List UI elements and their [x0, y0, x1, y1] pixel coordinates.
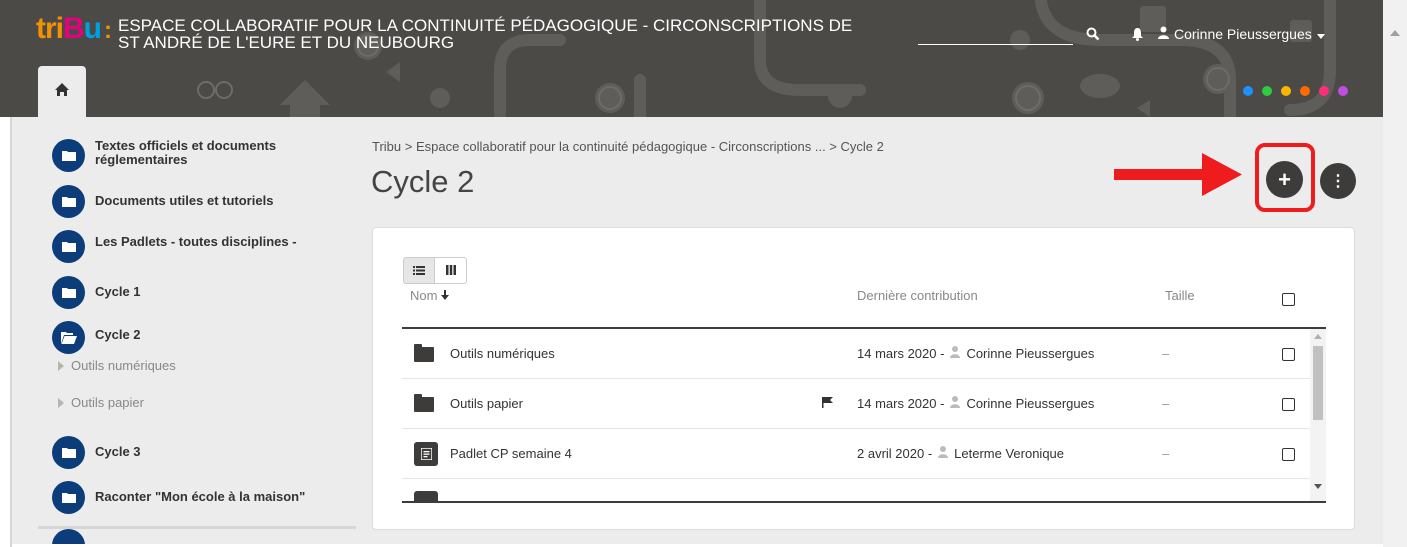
home-icon	[55, 82, 69, 101]
page-title: Cycle 2	[371, 164, 475, 199]
chevron-right-icon	[58, 397, 64, 408]
sidebar-item-padlets[interactable]: Les Padlets - toutes disciplines -	[52, 230, 297, 263]
tribu-logo[interactable]: triBu:	[36, 14, 112, 46]
scroll-up-icon[interactable]	[1314, 334, 1322, 339]
search-icon[interactable]	[1086, 27, 1100, 46]
folder-icon	[414, 344, 434, 362]
list-view-button[interactable]	[403, 257, 435, 284]
row-checkbox[interactable]	[1282, 398, 1295, 411]
columns-icon	[445, 264, 456, 278]
sort-down-icon	[441, 288, 450, 303]
sidebar-subitem-outils-papier[interactable]: Outils papier	[58, 395, 144, 410]
site-title[interactable]: ESPACE COLLABORATIF POUR LA CONTINUITÉ P…	[118, 17, 918, 51]
folder-icon	[52, 185, 85, 218]
user-name: Corinne Pieussergues	[1174, 26, 1312, 42]
grid-view-button[interactable]	[435, 257, 467, 284]
user-menu[interactable]: Corinne Pieussergues	[1158, 26, 1325, 42]
table-scrollbar[interactable]	[1310, 329, 1326, 501]
user-icon	[950, 396, 961, 411]
sidebar-item-cycle-2[interactable]: Cycle 2	[52, 321, 141, 354]
color-dots	[1243, 86, 1348, 96]
folder-icon	[52, 139, 85, 172]
color-dot[interactable]	[1262, 86, 1272, 96]
bell-icon[interactable]	[1131, 27, 1144, 46]
view-toggle	[403, 257, 467, 284]
column-header-name[interactable]: Nom	[410, 288, 450, 303]
table-row[interactable]	[402, 479, 1310, 501]
list-icon	[413, 264, 425, 278]
plus-icon: +	[1278, 166, 1291, 192]
sidebar-subitem-outils-numeriques[interactable]: Outils numériques	[58, 358, 176, 373]
sidebar-item-cycle-1[interactable]: Cycle 1	[52, 276, 141, 309]
chevron-down-icon	[1316, 26, 1325, 42]
site-title-line1: ESPACE COLLABORATIF POUR LA CONTINUITÉ P…	[118, 16, 853, 35]
folder-open-icon	[52, 321, 85, 354]
chevron-right-icon	[58, 360, 64, 371]
folder-icon	[52, 436, 85, 469]
scroll-down-icon[interactable]	[1314, 484, 1322, 489]
color-dot[interactable]	[1243, 86, 1253, 96]
red-arrow-annotation	[1114, 153, 1242, 196]
top-banner: triBu: ESPACE COLLABORATIF POUR LA CONTI…	[0, 0, 1383, 117]
sidebar-scroll-divider	[38, 526, 356, 529]
breadcrumb[interactable]: Tribu > Espace collaboratif pour la cont…	[372, 139, 884, 154]
folder-icon	[414, 394, 434, 412]
add-button[interactable]: +	[1266, 161, 1303, 198]
search-input[interactable]	[918, 44, 1073, 45]
more-vertical-icon: ⋮	[1330, 173, 1346, 190]
sidebar-item-documents-utiles[interactable]: Documents utiles et tutoriels	[52, 185, 273, 218]
left-frame	[0, 117, 12, 547]
document-icon	[414, 491, 438, 501]
user-icon	[1158, 26, 1169, 42]
scrollbar-thumb[interactable]	[1313, 346, 1323, 420]
color-dot[interactable]	[1300, 86, 1310, 96]
home-tab[interactable]	[38, 66, 86, 117]
select-all-checkbox[interactable]	[1282, 293, 1295, 306]
folder-icon	[52, 230, 85, 263]
page-scrollbar[interactable]	[1383, 0, 1407, 547]
row-checkbox[interactable]	[1282, 348, 1295, 361]
scroll-up-icon[interactable]	[1390, 30, 1400, 36]
flag-icon	[822, 396, 833, 411]
color-dot[interactable]	[1319, 86, 1329, 96]
table-row[interactable]: Outils papier 14 mars 2020 - Corinne Pie…	[402, 379, 1310, 429]
sidebar-item-partial[interactable]	[52, 529, 85, 544]
more-options-button[interactable]: ⋮	[1320, 163, 1356, 199]
sidebar-item-textes-officiels[interactable]: Textes officiels et documents réglementai…	[52, 139, 276, 172]
column-header-contribution[interactable]: Dernière contribution	[857, 288, 978, 303]
table-footer-divider	[402, 501, 1326, 503]
sidebar-item-raconter[interactable]: Raconter "Mon école à la maison"	[52, 481, 305, 514]
sidebar-item-cycle-3[interactable]: Cycle 3	[52, 436, 141, 469]
site-title-line2: ST ANDRÉ DE L'EURE ET DU NEUBOURG	[118, 33, 455, 52]
column-header-size[interactable]: Taille	[1165, 288, 1195, 303]
folder-icon	[52, 481, 85, 514]
folder-icon	[52, 276, 85, 309]
table-body: Outils numériques 14 mars 2020 - Corinne…	[402, 329, 1310, 501]
color-dot[interactable]	[1281, 86, 1291, 96]
user-icon	[938, 446, 949, 461]
color-dot[interactable]	[1338, 86, 1348, 96]
table-row[interactable]: Padlet CP semaine 4 2 avril 2020 - Leter…	[402, 429, 1310, 479]
user-icon	[950, 346, 961, 361]
document-icon	[414, 442, 438, 466]
row-checkbox[interactable]	[1282, 448, 1295, 461]
table-row[interactable]: Outils numériques 14 mars 2020 - Corinne…	[402, 329, 1310, 379]
